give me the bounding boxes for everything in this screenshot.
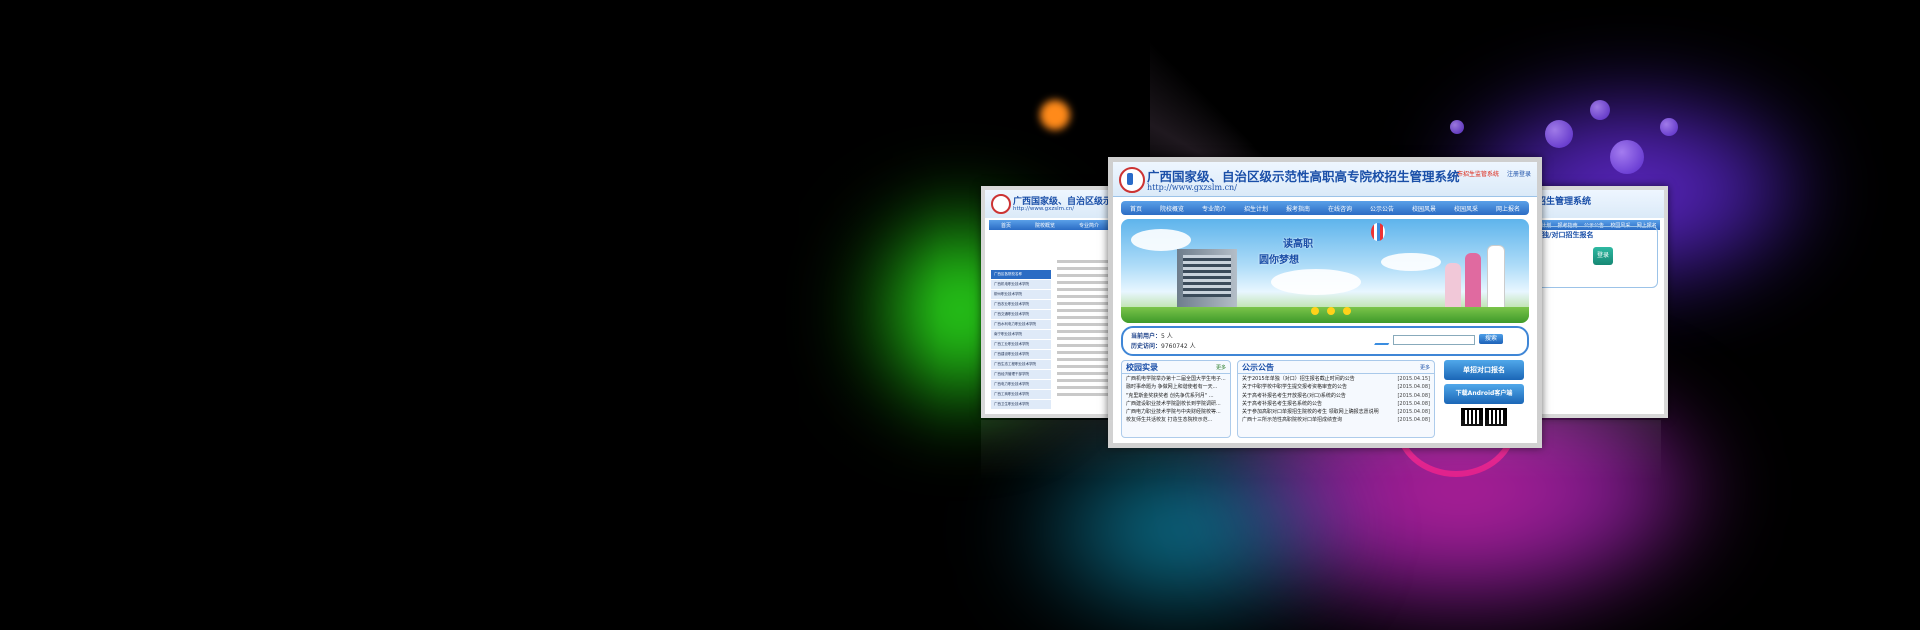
- slogan-line-1: 读高职: [1283, 239, 1313, 250]
- left-site-nav: 首页 院校概览 专业简介: [989, 220, 1111, 230]
- bubble: [1450, 120, 1464, 134]
- login-link[interactable]: 注册登录: [1507, 171, 1531, 178]
- list-item[interactable]: 关于参加高职对口单报招生院校的考生 领取网上确报志愿说明 [2015.04.08]: [1242, 408, 1430, 416]
- menu-item[interactable]: 南宁职业技术学院: [991, 330, 1051, 339]
- orange-light: [1040, 100, 1070, 130]
- sunflower: [1311, 307, 1319, 315]
- main-site-screenshot: 广西国家级、自治区级示范性高职高专院校招生管理系统 http://www.gxz…: [1108, 157, 1542, 448]
- site-header: 广西国家级、自治区级示范性高职高专院校招生管理系统 http://www.gxz…: [1113, 162, 1537, 197]
- supervision-link[interactable]: 市招生监管系统: [1457, 171, 1499, 178]
- notice-list: 关于2015年单独（对口）招生报名截止时间的公告 [2015.04.15] 关于中…: [1238, 374, 1434, 426]
- menu-item[interactable]: 广西工业职业技术学院: [991, 340, 1051, 349]
- hot-air-balloon-icon: [1371, 223, 1385, 241]
- nav-item-majors[interactable]: 专业简介: [1202, 204, 1226, 213]
- android-download-button[interactable]: 下载Android客户端: [1444, 384, 1524, 404]
- left-site-screenshot: 广西国家级、自治区级示 http://www.gxzslm.cn/ 首页 院校概…: [981, 186, 1119, 418]
- login-title: 单独/对口招生报名: [1535, 231, 1594, 239]
- grass: [1121, 307, 1529, 323]
- notice-title: 公示公告: [1242, 362, 1274, 372]
- list-item[interactable]: 关于高考补报名考生开放报名(对口)系统的公告 [2015.04.08]: [1242, 392, 1430, 400]
- cloud: [1381, 253, 1441, 271]
- right-site-screenshot: 校招生管理系统 招生计划 报考指南 公示公告 校园风采 网上报名 单独/对口招生…: [1520, 186, 1668, 418]
- cloud: [1271, 269, 1361, 295]
- login-button[interactable]: 登录: [1593, 247, 1613, 265]
- menu-item[interactable]: 广西卫生职业技术学院: [991, 400, 1051, 409]
- bubble: [1590, 100, 1610, 120]
- menu-head: 广西区各院校名称: [991, 270, 1051, 279]
- header-links: 市招生监管系统 注册登录: [1457, 169, 1531, 178]
- stats-bar: 当前用户：5 人 历史访问：9760742 人 搜索: [1121, 326, 1529, 356]
- nav-item-notice[interactable]: 公示公告: [1370, 204, 1394, 213]
- cloud: [1131, 229, 1191, 251]
- search-button[interactable]: 搜索: [1479, 334, 1503, 344]
- left-site-header: 广西国家级、自治区级示 http://www.gxzslm.cn/: [985, 190, 1115, 218]
- menu-item[interactable]: 广西经济管理干部学院: [991, 370, 1051, 379]
- list-item[interactable]: 广西建设职业技术学院副校长到学院调研...: [1126, 400, 1226, 408]
- sunflower: [1343, 307, 1351, 315]
- menu-item[interactable]: 柳州职业技术学院: [991, 290, 1051, 299]
- campus-title: 校园实录: [1126, 362, 1158, 372]
- nav-item-apply[interactable]: 网上报名: [1496, 204, 1520, 213]
- list-item[interactable]: 广西电力职业技术学院与中央财经院校等...: [1126, 408, 1226, 416]
- apply-button[interactable]: 单招对口报名: [1444, 360, 1524, 380]
- nav-item[interactable]: 院校概览: [1035, 222, 1055, 229]
- list-item[interactable]: 广西机电学院举办第十二届全国大学生电子...: [1126, 375, 1226, 383]
- notice-more-link[interactable]: 更多: [1420, 364, 1430, 371]
- bubble: [1660, 118, 1678, 136]
- students-illustration: [1445, 241, 1515, 313]
- nav-item-scenery[interactable]: 校园风景: [1412, 204, 1436, 213]
- site-url[interactable]: http://www.gxzslm.cn/: [1147, 183, 1237, 192]
- hero-banner: 读高职 圆你梦想: [1121, 219, 1529, 323]
- menu-item[interactable]: 广西农业职业技术学院: [991, 300, 1051, 309]
- pen-icon: [1374, 335, 1394, 345]
- screen-reflection: [981, 420, 1661, 480]
- dark-overlay: [0, 0, 940, 630]
- left-site-menu: 广西区各院校名称 广西机电职业技术学院 柳州职业技术学院 广西农业职业技术学院 …: [991, 270, 1051, 410]
- menu-item[interactable]: 广西交通职业技术学院: [991, 310, 1051, 319]
- nav-item-home[interactable]: 首页: [1130, 204, 1142, 213]
- nav-item-plan[interactable]: 招生计划: [1244, 204, 1268, 213]
- list-item[interactable]: "克里斯金奖获奖者 创先争优系列月" ...: [1126, 392, 1226, 400]
- menu-item[interactable]: 广西机电职业技术学院: [991, 280, 1051, 289]
- campus-building: [1177, 249, 1237, 307]
- school-logo-icon: [1119, 167, 1145, 193]
- list-item[interactable]: 融时事命题为 争做网上和谐使者有一天...: [1126, 383, 1226, 391]
- list-item[interactable]: 关于高考补报名考生报名系统的公告 [2015.04.08]: [1242, 400, 1430, 408]
- nav-item[interactable]: 专业简介: [1079, 222, 1099, 229]
- bubble: [1545, 120, 1573, 148]
- login-panel: 单独/对口招生报名 登录: [1530, 226, 1658, 288]
- left-site-text-block: [1057, 260, 1113, 400]
- list-item[interactable]: 关于2015年单独（对口）招生报名截止时间的公告 [2015.04.15]: [1242, 375, 1430, 383]
- banner-slogan: 读高职 圆你梦想: [1259, 237, 1313, 269]
- campus-list: 广西机电学院举办第十二届全国大学生电子... 融时事命题为 争做网上和谐使者有一…: [1122, 374, 1230, 426]
- right-site-header: 校招生管理系统: [1524, 190, 1664, 218]
- main-nav: 首页 院校概览 专业简介 招生计划 报考指南 在线咨询 公示公告 校园风景 校园…: [1121, 201, 1529, 215]
- sunflower: [1327, 307, 1335, 315]
- nav-item-guide[interactable]: 报考指南: [1286, 204, 1310, 213]
- search-input[interactable]: [1393, 335, 1475, 345]
- history-visits: 历史访问：9760742 人: [1131, 343, 1196, 350]
- online-users: 当前用户：5 人: [1131, 333, 1173, 340]
- campus-header: 校园实录 更多: [1122, 361, 1230, 374]
- menu-item[interactable]: 广西生态工程职业技术学院: [991, 360, 1051, 369]
- campus-more-link[interactable]: 更多: [1216, 364, 1226, 371]
- nav-item[interactable]: 首页: [1001, 222, 1011, 229]
- bubble: [1610, 140, 1644, 174]
- menu-item[interactable]: 广西水利电力职业技术学院: [991, 320, 1051, 329]
- menu-item[interactable]: 广西电力职业技术学院: [991, 380, 1051, 389]
- slogan-line-2: 圆你梦想: [1259, 255, 1299, 266]
- nav-item-style[interactable]: 校园风采: [1454, 204, 1478, 213]
- menu-item[interactable]: 广西工商职业技术学院: [991, 390, 1051, 399]
- list-item[interactable]: 关于中职学校中职学生提交报考资格审查的公告 [2015.04.08]: [1242, 383, 1430, 391]
- notice-header: 公示公告 更多: [1238, 361, 1434, 374]
- school-logo-icon: [991, 194, 1011, 214]
- left-site-url: http://www.gxzslm.cn/: [1013, 206, 1075, 212]
- nav-item-consult[interactable]: 在线咨询: [1328, 204, 1352, 213]
- nav-item-overview[interactable]: 院校概览: [1160, 204, 1184, 213]
- menu-item[interactable]: 广西建设职业技术学院: [991, 350, 1051, 359]
